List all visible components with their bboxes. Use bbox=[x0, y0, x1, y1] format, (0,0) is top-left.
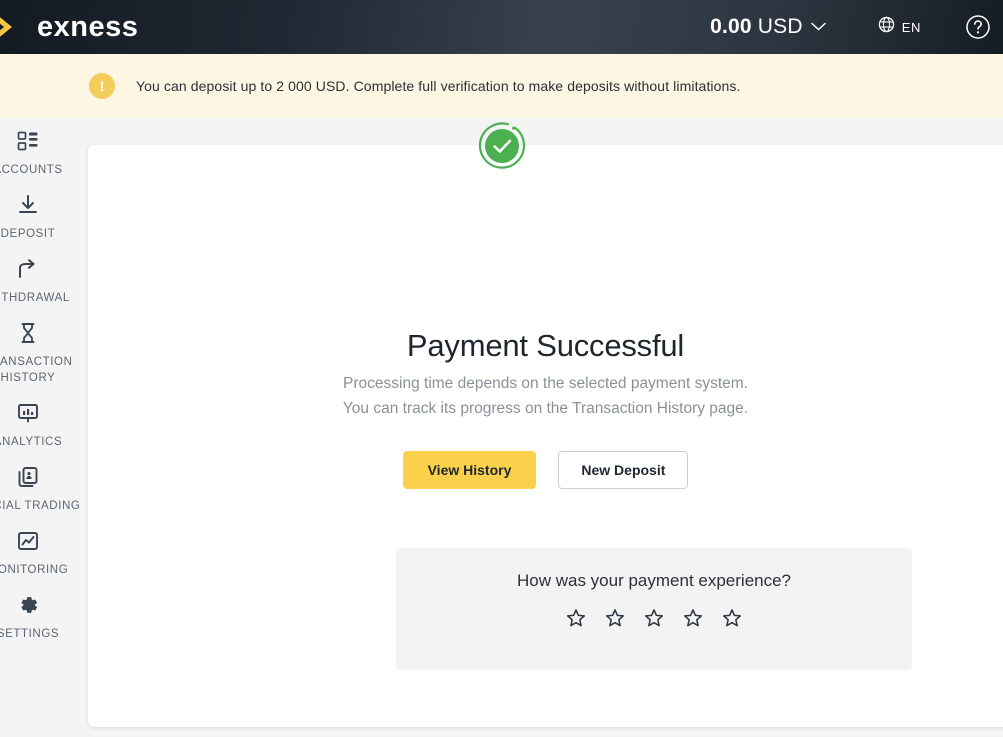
sidebar-item-label: SETTINGS bbox=[0, 628, 60, 640]
success-check-circle-icon bbox=[475, 119, 529, 178]
sidebar-item-label: ANALYTICS bbox=[0, 436, 63, 448]
hourglass-icon bbox=[16, 320, 40, 346]
subtitle-line-2: You can track its progress on the Transa… bbox=[342, 399, 749, 417]
star-outline-icon[interactable] bbox=[721, 607, 743, 629]
star-outline-icon[interactable] bbox=[604, 607, 626, 629]
new-deposit-button[interactable]: New Deposit bbox=[558, 451, 689, 489]
sidebar-item-analytics[interactable]: ANALYTICS bbox=[0, 400, 88, 450]
help-circle-icon[interactable] bbox=[965, 14, 991, 40]
action-buttons: View History New Deposit bbox=[88, 451, 1003, 489]
star-rating-group bbox=[565, 607, 743, 629]
star-outline-icon[interactable] bbox=[565, 607, 587, 629]
exness-logo-text: exness bbox=[37, 10, 139, 43]
download-arrow-icon bbox=[16, 192, 40, 218]
subtitle-line-1: Processing time depends on the selected … bbox=[343, 375, 748, 392]
sidebar-item-label: TRANSACTION HISTORY bbox=[0, 356, 73, 384]
page-subtitle: Processing time depends on the selected … bbox=[88, 372, 1003, 421]
sidebar-item-social-trading[interactable]: SOCIAL TRADING bbox=[0, 464, 88, 514]
sidebar-item-label: WITHDRAWAL bbox=[0, 292, 70, 304]
sidebar-item-label: DEPOSIT bbox=[0, 228, 56, 240]
star-outline-icon[interactable] bbox=[643, 607, 665, 629]
sidebar-item-withdrawal[interactable]: WITHDRAWAL bbox=[0, 256, 88, 306]
upload-share-arrow-icon bbox=[16, 256, 40, 282]
sidebar-item-label: MONITORING bbox=[0, 564, 69, 576]
gear-icon bbox=[16, 592, 40, 618]
balance-currency: USD bbox=[757, 15, 803, 38]
exness-logo[interactable]: exness bbox=[0, 0, 138, 54]
app-header: exness 0.00 USD EN bbox=[0, 0, 1003, 54]
deposit-limit-alert: ! You can deposit up to 2 000 USD. Compl… bbox=[0, 54, 1003, 118]
view-history-button[interactable]: View History bbox=[402, 451, 537, 489]
star-outline-icon[interactable] bbox=[682, 607, 704, 629]
analytics-board-icon bbox=[16, 400, 40, 426]
header-right-group: 0.00 USD EN bbox=[710, 0, 1003, 54]
sidebar-nav: ACCOUNTS DEPOSIT WITHDRAWAL bbox=[0, 118, 88, 737]
sidebar-item-deposit[interactable]: DEPOSIT bbox=[0, 192, 88, 242]
balance-selector[interactable]: 0.00 USD bbox=[710, 15, 826, 39]
exness-x-logo-icon bbox=[0, 10, 28, 44]
payment-experience-rating: How was your payment experience? bbox=[396, 548, 912, 670]
page-title: Payment Successful bbox=[406, 328, 685, 363]
chevron-down-icon bbox=[810, 18, 826, 36]
sidebar-item-transaction-history[interactable]: TRANSACTION HISTORY bbox=[0, 320, 88, 386]
alert-message: You can deposit up to 2 000 USD. Complet… bbox=[136, 78, 741, 94]
success-icon-wrap bbox=[0, 119, 1003, 178]
rating-question: How was your payment experience? bbox=[516, 571, 792, 590]
sidebar-item-settings[interactable]: SETTINGS bbox=[0, 592, 88, 642]
sidebar-item-monitoring[interactable]: MONITORING bbox=[0, 528, 88, 578]
chart-image-icon bbox=[16, 528, 40, 554]
globe-icon bbox=[878, 16, 895, 38]
balance-amount: 0.00 bbox=[710, 15, 752, 38]
copy-cards-icon bbox=[16, 464, 40, 490]
sidebar-item-label: SOCIAL TRADING bbox=[0, 500, 81, 512]
language-label: EN bbox=[901, 19, 921, 35]
exclamation-icon: ! bbox=[89, 73, 115, 99]
language-selector[interactable]: EN bbox=[878, 16, 921, 38]
